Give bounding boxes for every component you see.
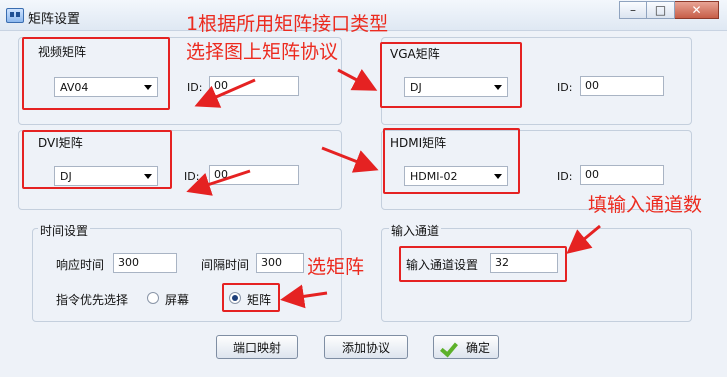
matrix-option-highlight-box <box>222 283 280 312</box>
time-settings-label: 时间设置 <box>38 222 91 239</box>
video-id-input[interactable]: 00 <box>209 76 299 96</box>
ok-button[interactable]: 确定 <box>433 335 499 359</box>
priority-label: 指令优先选择 <box>56 293 129 307</box>
response-time-label: 响应时间 <box>56 258 105 272</box>
vga-highlight-box <box>380 42 522 108</box>
interval-time-input[interactable]: 300 <box>256 253 304 273</box>
input-channel-label: 输入通道 <box>389 222 442 239</box>
vga-id-label: ID: <box>557 81 573 94</box>
annotation-line2: 选择图上矩阵协议 <box>186 41 339 63</box>
app-icon <box>6 8 24 23</box>
screen-option-label: 屏幕 <box>165 293 190 307</box>
dvi-id-input[interactable]: 00 <box>209 165 299 185</box>
video-id-label: ID: <box>187 81 203 94</box>
input-channel-highlight-box <box>399 246 567 282</box>
arrow-to-vga <box>337 68 378 91</box>
annotation-fill-channels: 填输入通道数 <box>588 194 703 216</box>
ok-button-label: 确定 <box>465 340 490 355</box>
vga-id-input[interactable]: 00 <box>580 76 664 96</box>
minimize-icon[interactable]: – <box>619 1 647 19</box>
response-time-input[interactable]: 300 <box>113 253 177 273</box>
dvi-highlight-box <box>22 130 172 189</box>
maximize-icon[interactable]: □ <box>647 1 675 19</box>
screen-radio[interactable] <box>147 292 159 304</box>
port-map-button[interactable]: 端口映射 <box>216 335 298 359</box>
close-icon[interactable]: ✕ <box>675 1 719 19</box>
window-controls: – □ ✕ <box>619 1 719 19</box>
add-protocol-button[interactable]: 添加协议 <box>324 335 408 359</box>
checkmark-icon <box>442 340 460 354</box>
video-highlight-box <box>22 37 170 110</box>
interval-time-label: 间隔时间 <box>201 258 250 272</box>
annotation-select-matrix: 选矩阵 <box>307 256 365 278</box>
hdmi-id-label: ID: <box>557 170 573 183</box>
dvi-id-label: ID: <box>184 170 200 183</box>
hdmi-highlight-box <box>383 128 520 194</box>
annotation-line1: 1根据所用矩阵接口类型 <box>186 13 389 35</box>
window-title: 矩阵设置 <box>28 12 81 27</box>
hdmi-id-input[interactable]: 00 <box>580 165 664 185</box>
